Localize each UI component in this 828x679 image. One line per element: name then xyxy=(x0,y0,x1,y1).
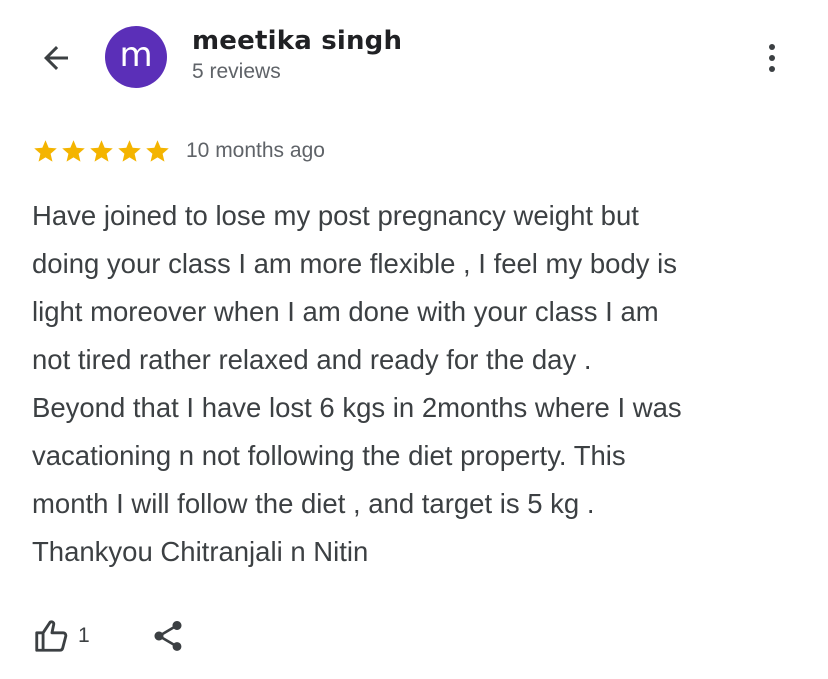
more-options-button[interactable] xyxy=(752,36,792,80)
star-icon xyxy=(90,139,113,162)
review-text-line: vacationing n not following the diet pro… xyxy=(32,440,626,471)
reviewer-name[interactable]: meetika singh xyxy=(192,26,402,56)
thumbs-up-icon xyxy=(35,620,68,652)
avatar-letter: m xyxy=(119,35,153,75)
star-icon xyxy=(146,139,169,162)
review-actions: 1 xyxy=(32,612,186,660)
rating-row: 10 months ago xyxy=(32,134,325,168)
star-icon xyxy=(62,139,85,162)
share-button[interactable] xyxy=(150,618,186,654)
like-count: 1 xyxy=(78,624,90,647)
review-text: Have joined to lose my post pregnancy we… xyxy=(32,192,812,576)
star-rating xyxy=(32,138,172,165)
review-time: 10 months ago xyxy=(186,139,325,162)
reviews-count: 5 reviews xyxy=(192,60,281,83)
review-text-line: Thankyou Chitranjali n Nitin xyxy=(32,536,369,567)
review-text-line: month I will follow the diet , and targe… xyxy=(32,488,595,519)
review-text-line: Beyond that I have lost 6 kgs in 2months… xyxy=(32,392,682,423)
like-button[interactable]: 1 xyxy=(32,617,90,655)
share-icon xyxy=(154,621,182,651)
review-text-line: not tired rather relaxed and ready for t… xyxy=(32,344,592,375)
more-vertical-icon xyxy=(769,42,775,75)
review-text-line: doing your class I am more flexible , I … xyxy=(32,248,677,279)
review-text-line: Have joined to lose my post pregnancy we… xyxy=(32,200,639,231)
star-icon xyxy=(34,139,57,162)
back-button[interactable] xyxy=(32,36,80,80)
review-header: m meetika singh 5 reviews xyxy=(0,0,828,120)
star-icon xyxy=(118,139,141,162)
review-text-line: light moreover when I am done with your … xyxy=(32,296,659,327)
arrow-left-icon xyxy=(44,46,68,70)
avatar[interactable]: m xyxy=(105,26,167,88)
